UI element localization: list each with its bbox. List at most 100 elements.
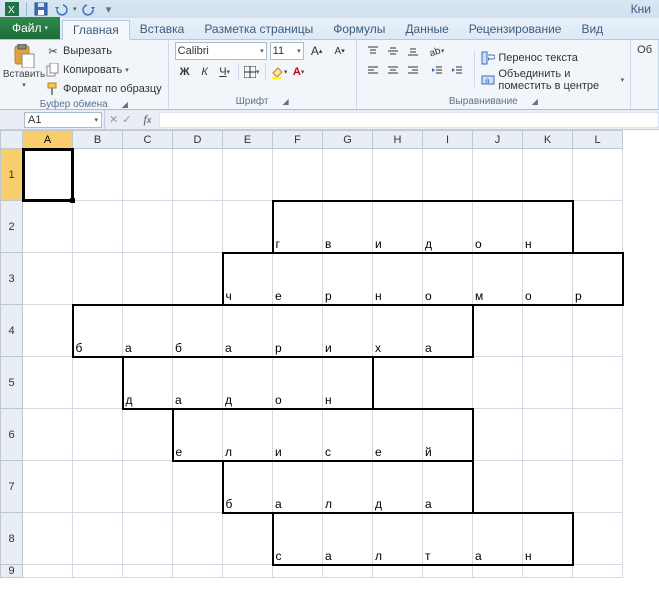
cell-B9[interactable] [73,565,123,578]
col-header-B[interactable]: B [73,131,123,149]
cell-K4[interactable] [523,305,573,357]
cell-I4[interactable]: а [423,305,473,357]
col-header-D[interactable]: D [173,131,223,149]
cell-L4[interactable] [573,305,623,357]
cell-B5[interactable] [73,357,123,409]
cell-E9[interactable] [223,565,273,578]
cell-H3[interactable]: н [373,253,423,305]
paste-button[interactable]: Вставить ▾ [6,42,42,98]
cell-E3[interactable]: ч [223,253,273,305]
cell-H9[interactable] [373,565,423,578]
name-box[interactable]: A1▾ [24,112,102,128]
cell-L7[interactable] [573,461,623,513]
cell-F1[interactable] [273,149,323,201]
underline-button[interactable]: Ч▾ [215,63,235,81]
cell-D9[interactable] [173,565,223,578]
cell-D4[interactable]: б [173,305,223,357]
cell-L9[interactable] [573,565,623,578]
undo-icon[interactable] [53,1,69,17]
cell-A7[interactable] [23,461,73,513]
cell-A5[interactable] [23,357,73,409]
row-header-2[interactable]: 2 [1,201,23,253]
cell-H8[interactable]: л [373,513,423,565]
cell-L6[interactable] [573,409,623,461]
cell-G6[interactable]: с [323,409,373,461]
col-header-J[interactable]: J [473,131,523,149]
cell-H6[interactable]: е [373,409,423,461]
cell-E5[interactable]: д [223,357,273,409]
font-color-button[interactable]: A▾ [289,63,309,81]
wrap-text-button[interactable]: Перенос текста [481,49,624,67]
cell-C8[interactable] [123,513,173,565]
cell-K1[interactable] [523,149,573,201]
cell-G8[interactable]: а [323,513,373,565]
row-header-6[interactable]: 6 [1,409,23,461]
font-name-combo[interactable]: Calibri▾ [175,42,267,60]
col-header-G[interactable]: G [323,131,373,149]
tab-view[interactable]: Вид [571,19,613,39]
fill-color-button[interactable]: ▾ [269,63,289,81]
cell-L1[interactable] [573,149,623,201]
cell-J8[interactable]: а [473,513,523,565]
cell-L3[interactable]: р [573,253,623,305]
cell-K2[interactable]: н [523,201,573,253]
increase-indent-button[interactable] [447,61,467,79]
tab-home[interactable]: Главная [62,20,130,40]
cell-J1[interactable] [473,149,523,201]
cell-B7[interactable] [73,461,123,513]
cell-B1[interactable] [73,149,123,201]
cell-F5[interactable]: о [273,357,323,409]
cell-A8[interactable] [23,513,73,565]
merge-center-button[interactable]: aОбъединить и поместить в центре▾ [481,71,624,89]
cell-K6[interactable] [523,409,573,461]
cell-B6[interactable] [73,409,123,461]
cell-H5[interactable] [373,357,423,409]
cell-J3[interactable]: м [473,253,523,305]
cell-L5[interactable] [573,357,623,409]
cell-F7[interactable]: а [273,461,323,513]
bold-button[interactable]: Ж [175,63,195,81]
cell-H4[interactable]: х [373,305,423,357]
col-header-F[interactable]: F [273,131,323,149]
cell-I9[interactable] [423,565,473,578]
cell-E1[interactable] [223,149,273,201]
formula-input[interactable] [159,112,659,128]
cell-K8[interactable]: н [523,513,573,565]
cell-I6[interactable]: й [423,409,473,461]
cell-C9[interactable] [123,565,173,578]
cell-G2[interactable]: в [323,201,373,253]
cell-D6[interactable]: е [173,409,223,461]
decrease-font-button[interactable]: A▾ [330,42,350,60]
dialog-launcher-icon[interactable]: ◢ [532,97,538,106]
cell-I1[interactable] [423,149,473,201]
tab-insert[interactable]: Вставка [130,19,195,39]
cell-G9[interactable] [323,565,373,578]
worksheet-grid[interactable]: ABCDEFGHIJKL12гвидон3черномор4бабариха5д… [0,130,659,578]
dialog-launcher-icon[interactable]: ◢ [122,100,128,109]
col-header-H[interactable]: H [373,131,423,149]
cell-A9[interactable] [23,565,73,578]
cell-A6[interactable] [23,409,73,461]
cell-D2[interactable] [173,201,223,253]
cell-I7[interactable]: а [423,461,473,513]
align-bottom-button[interactable] [403,42,423,60]
cell-L2[interactable] [573,201,623,253]
cell-E6[interactable]: л [223,409,273,461]
font-size-combo[interactable]: 11▾ [270,42,304,60]
cell-B2[interactable] [73,201,123,253]
undo-dropdown[interactable]: ▾ [73,5,77,13]
orientation-button[interactable]: ab▾ [427,42,447,60]
col-header-L[interactable]: L [573,131,623,149]
cell-F8[interactable]: с [273,513,323,565]
cell-G1[interactable] [323,149,373,201]
cell-G5[interactable]: н [323,357,373,409]
cell-K3[interactable]: о [523,253,573,305]
cell-B3[interactable] [73,253,123,305]
cut-button[interactable]: ✂Вырезать [46,42,162,60]
tab-formulas[interactable]: Формулы [323,19,395,39]
cell-A3[interactable] [23,253,73,305]
format-painter-button[interactable]: Формат по образцу [46,80,162,98]
cell-A2[interactable] [23,201,73,253]
cell-C5[interactable]: д [123,357,173,409]
cell-E8[interactable] [223,513,273,565]
